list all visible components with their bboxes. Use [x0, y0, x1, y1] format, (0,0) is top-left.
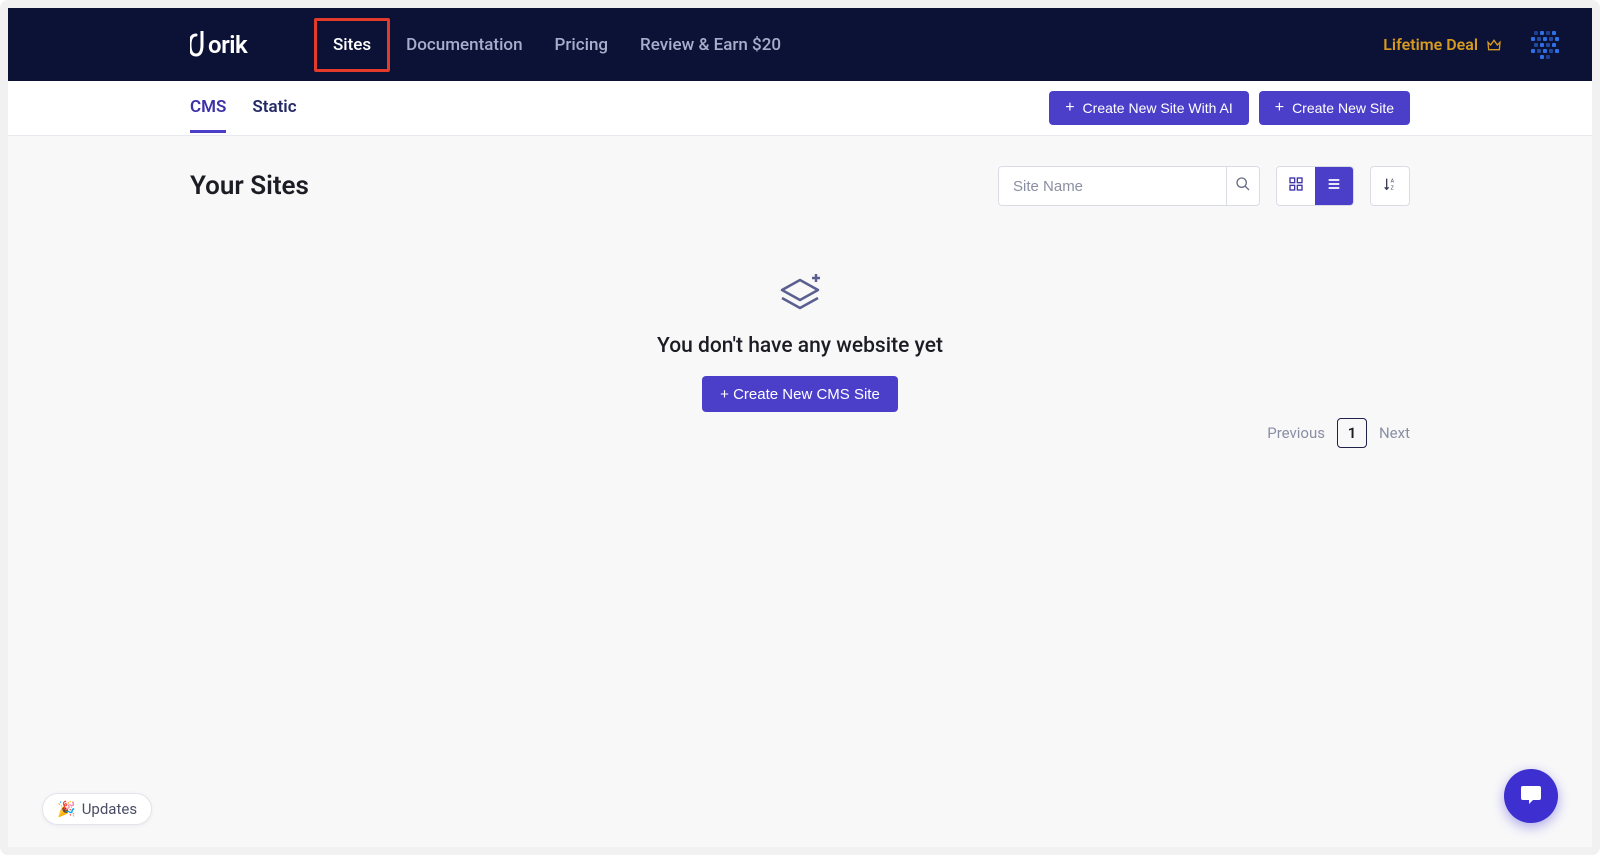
list-icon [1326, 176, 1342, 196]
lifetime-deal-link[interactable]: Lifetime Deal [1383, 35, 1502, 54]
nav-documentation[interactable]: Documentation [404, 29, 524, 61]
chat-icon [1519, 782, 1543, 810]
nav-pricing[interactable]: Pricing [553, 29, 611, 61]
tab-static[interactable]: Static [252, 83, 296, 133]
lifetime-deal-label: Lifetime Deal [1383, 35, 1478, 54]
grid-view-button[interactable] [1277, 167, 1315, 205]
view-toggle [1276, 166, 1354, 206]
updates-label: Updates [82, 800, 137, 818]
layers-icon [772, 266, 828, 322]
search-icon [1235, 176, 1251, 196]
svg-text:orik: orik [208, 31, 248, 59]
plus-icon: + [1275, 100, 1284, 116]
empty-message: You don't have any website yet [657, 334, 943, 358]
sort-icon: A Z [1382, 176, 1398, 196]
sub-bar: CMS Static + Create New Site With AI + C… [8, 81, 1592, 136]
crown-icon [1486, 37, 1502, 53]
nav-sites[interactable]: Sites [331, 29, 373, 61]
sort-button[interactable]: A Z [1370, 166, 1410, 206]
chat-fab[interactable] [1504, 769, 1558, 823]
pagination: Previous 1 Next [1267, 418, 1410, 448]
tab-cms[interactable]: CMS [190, 83, 226, 133]
pagination-next[interactable]: Next [1379, 424, 1410, 442]
create-site-button[interactable]: + Create New Site [1259, 91, 1410, 125]
main-content: Your Sites [8, 136, 1592, 847]
grid-icon [1288, 176, 1304, 196]
top-nav: orik Sites Documentation Pricing Review … [8, 8, 1592, 81]
updates-pill[interactable]: 🎉 Updates [42, 793, 152, 825]
create-site-ai-label: Create New Site With AI [1083, 100, 1233, 116]
nav-review-earn[interactable]: Review & Earn $20 [638, 29, 783, 61]
highlight-annotation: Sites [314, 18, 390, 72]
party-popper-icon: 🎉 [57, 800, 76, 818]
search-wrap [998, 166, 1260, 206]
avatar[interactable] [1528, 27, 1564, 63]
plus-icon: + [1065, 100, 1074, 116]
create-site-ai-button[interactable]: + Create New Site With AI [1049, 91, 1249, 125]
pagination-previous[interactable]: Previous [1267, 424, 1325, 442]
svg-text:A: A [1391, 179, 1395, 185]
pagination-page-1[interactable]: 1 [1337, 418, 1367, 448]
page-title: Your Sites [190, 171, 309, 201]
nav-links: Sites Documentation Pricing Review & Ear… [328, 18, 783, 72]
create-cms-site-button[interactable]: + Create New CMS Site [702, 376, 898, 412]
empty-state: You don't have any website yet + Create … [190, 266, 1410, 412]
create-site-label: Create New Site [1292, 100, 1394, 116]
site-type-tabs: CMS Static [190, 83, 297, 133]
search-input[interactable] [999, 167, 1226, 205]
search-button[interactable] [1226, 167, 1259, 205]
svg-text:Z: Z [1391, 185, 1394, 191]
brand-logo[interactable]: orik [190, 31, 268, 59]
list-view-button[interactable] [1315, 167, 1353, 205]
